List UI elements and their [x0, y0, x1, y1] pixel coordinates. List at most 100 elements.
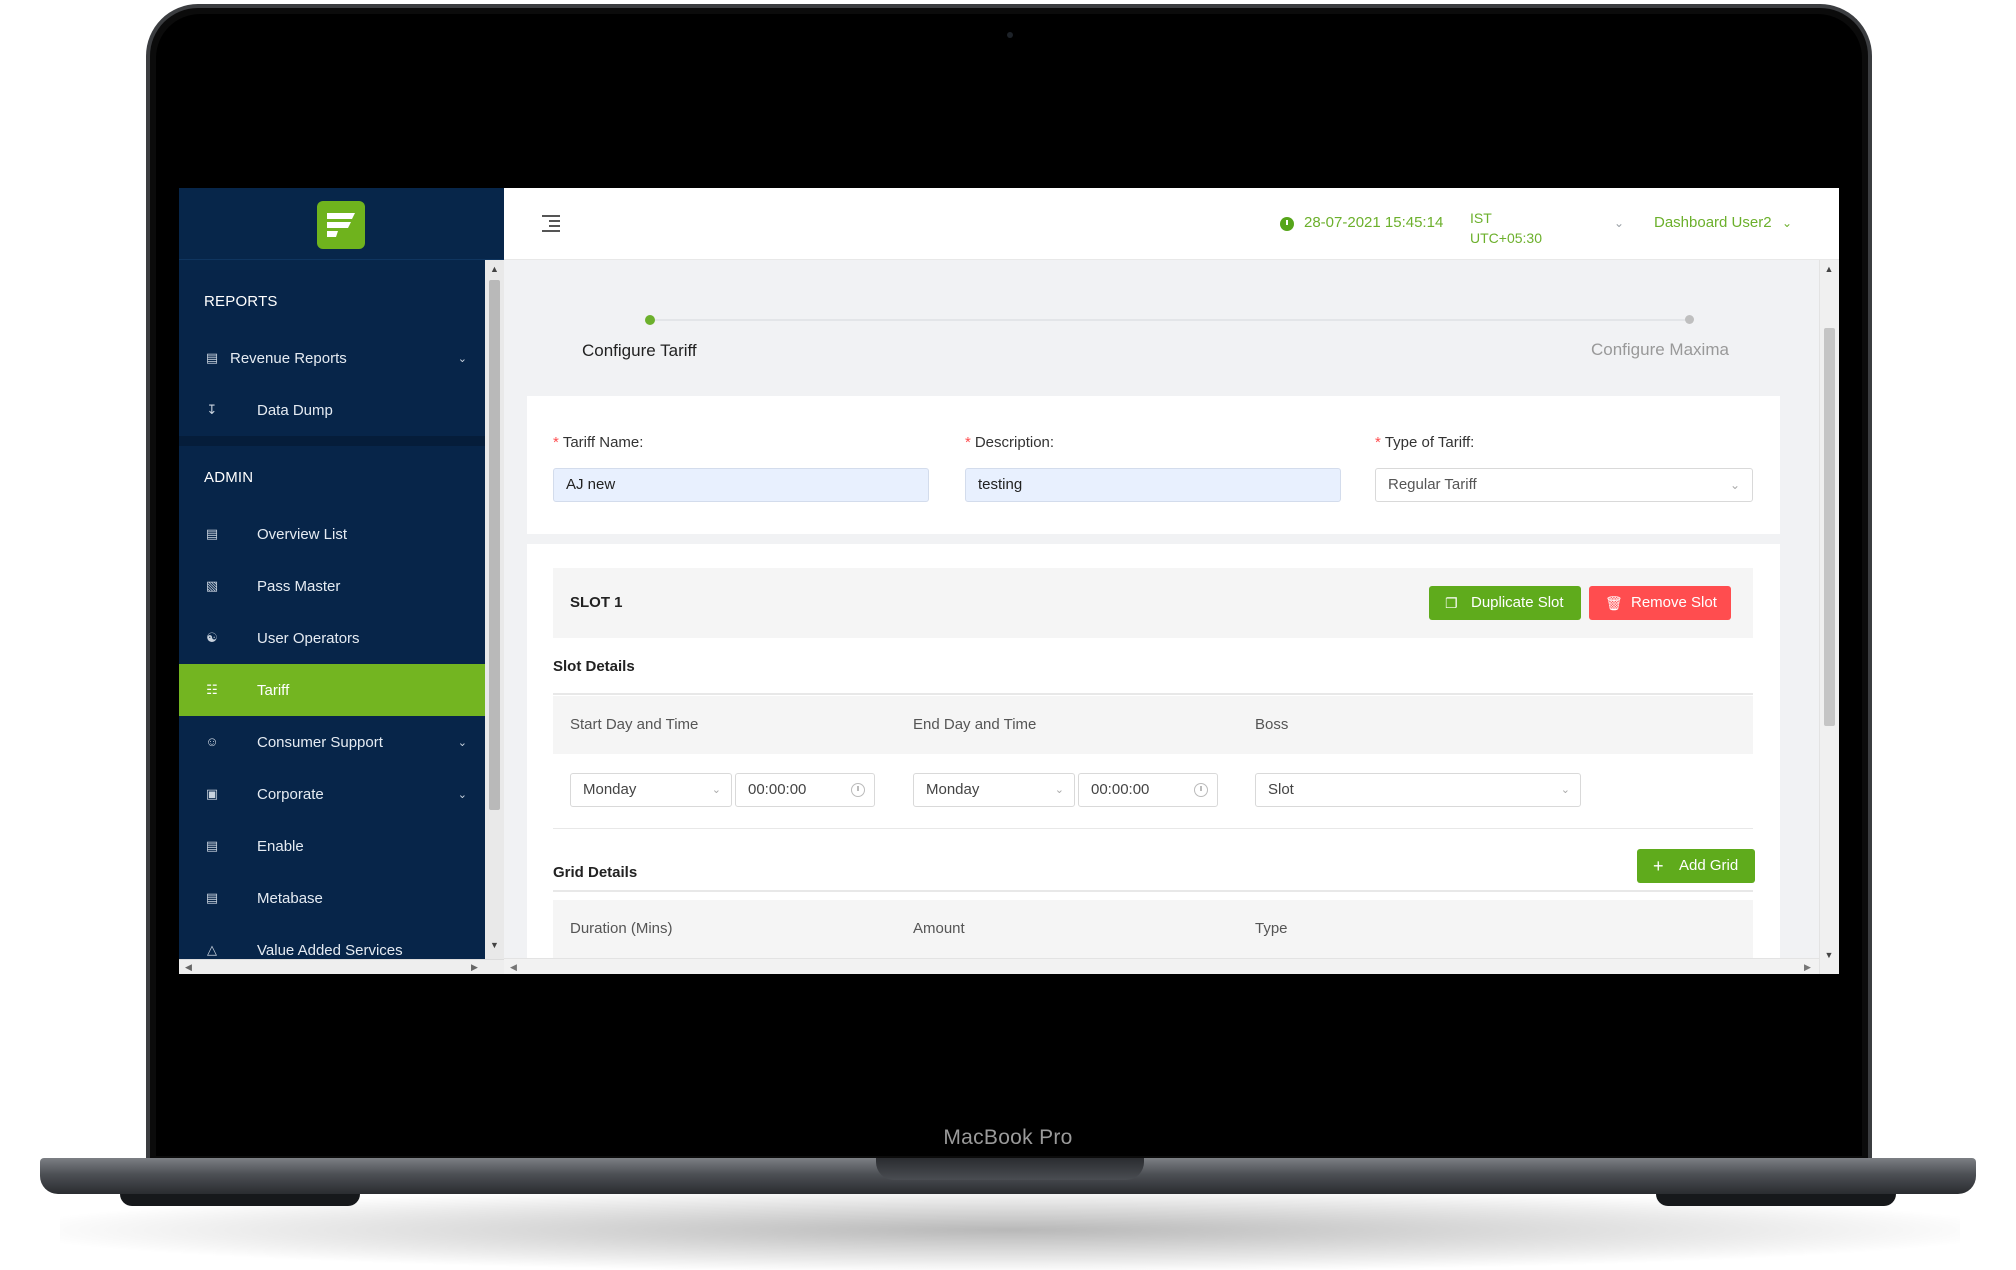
remove-slot-button[interactable]: 🗑 Remove Slot	[1589, 586, 1731, 620]
sidebar-item-label: Data Dump	[257, 401, 333, 419]
timezone-selector[interactable]: IST UTC+05:30	[1470, 208, 1542, 248]
menu-toggle-icon[interactable]	[542, 214, 560, 232]
sidebar-scrollbar-thumb[interactable]	[489, 280, 500, 810]
chevron-down-icon: ⌄	[711, 784, 721, 796]
col-duration: Duration (Mins)	[570, 920, 673, 937]
table-icon: ▤	[205, 838, 219, 853]
clock-icon	[851, 783, 865, 797]
sidebar-item-corporate[interactable]: ▣ Corporate ⌄	[179, 768, 485, 820]
type-of-tariff-select[interactable]: Regular Tariff ⌄	[1375, 468, 1753, 502]
chevron-down-icon[interactable]: ⌄	[1614, 216, 1624, 230]
device-label: MacBook Pro	[943, 1126, 1073, 1149]
sidebar-item-label: Overview List	[257, 525, 348, 543]
tariff-icon: ☷	[206, 682, 218, 697]
sidebar-item-consumer-support[interactable]: ☺ Consumer Support ⌄	[179, 716, 485, 768]
laptop-foot-left	[120, 1194, 360, 1206]
scroll-down-icon[interactable]: ▼	[485, 936, 504, 954]
main-content: Configure Tariff Configure Maxima * Tarif…	[504, 260, 1819, 964]
sidebar-item-label: Metabase	[257, 889, 323, 907]
app-screen: REPORTS ▤ Revenue Reports ⌄ ↧ Data Dump …	[179, 188, 1839, 974]
section-separator	[179, 436, 485, 446]
chevron-down-icon: ⌄	[1054, 784, 1064, 796]
description-input[interactable]: testing	[965, 468, 1341, 502]
col-type: Type	[1255, 920, 1288, 937]
sidebar-item-metabase[interactable]: ▤ Metabase	[179, 872, 485, 924]
grid-table-header: Duration (Mins) Amount Type	[553, 900, 1753, 964]
list-icon: ▤	[205, 890, 219, 905]
add-grid-button[interactable]: + Add Grid	[1637, 849, 1755, 883]
duplicate-slot-button[interactable]: ❐ Duplicate Slot	[1429, 586, 1581, 620]
col-boss: Boss	[1255, 716, 1289, 733]
user-menu[interactable]: Dashboard User2	[1654, 214, 1772, 231]
slot-row-divider	[553, 828, 1753, 829]
scroll-right-icon[interactable]: ▶	[1804, 959, 1811, 974]
scroll-left-icon[interactable]: ◀	[185, 960, 192, 974]
col-start-day-time: Start Day and Time	[570, 716, 699, 733]
sidebar-item-overview-list[interactable]: ▤ Overview List	[179, 508, 485, 560]
laptop-foot-right	[1656, 1194, 1896, 1206]
chevron-down-icon: ⌄	[1560, 784, 1570, 796]
sidebar-item-label: Revenue Reports	[230, 349, 347, 367]
end-time-picker[interactable]: 00:00:00	[1078, 773, 1218, 807]
trash-icon: 🗑	[1605, 595, 1623, 611]
type-of-tariff-label: * Type of Tariff:	[1375, 434, 1475, 451]
plus-icon: +	[1653, 856, 1664, 876]
section-admin: ADMIN	[179, 446, 485, 508]
id-card-icon: ▧	[205, 578, 219, 593]
download-icon: ↧	[206, 402, 218, 417]
sidebar-item-revenue-reports[interactable]: ▤ Revenue Reports ⌄	[179, 332, 485, 384]
chevron-down-icon: ⌄	[457, 788, 467, 801]
col-end-day-time: End Day and Time	[913, 716, 1037, 733]
scroll-down-icon[interactable]: ▼	[1819, 946, 1839, 964]
sidebar-item-tariff[interactable]: ☷ Tariff	[179, 664, 485, 716]
sidebar-item-label: Value Added Services	[257, 941, 403, 959]
logo-bar	[179, 188, 504, 260]
sidebar-item-label: Consumer Support	[257, 733, 383, 751]
scroll-up-icon[interactable]: ▲	[1819, 260, 1839, 278]
main-horizontal-scrollbar[interactable]: ◀ ▶	[504, 958, 1819, 974]
type-of-tariff-value: Regular Tariff	[1388, 476, 1477, 493]
slot-title: SLOT 1	[570, 594, 623, 611]
sidebar-horizontal-scrollbar[interactable]: ◀ ▶	[179, 959, 504, 974]
slot-card: SLOT 1 ❐ Duplicate Slot 🗑 Remove Slot Sl…	[527, 544, 1780, 964]
slot-details-title: Slot Details	[553, 658, 635, 675]
sidebar: REPORTS ▤ Revenue Reports ⌄ ↧ Data Dump …	[179, 188, 504, 974]
list-icon: ▤	[205, 526, 219, 541]
start-time-picker[interactable]: 00:00:00	[735, 773, 875, 807]
slot-header: SLOT 1 ❐ Duplicate Slot 🗑 Remove Slot	[553, 568, 1753, 638]
stepper: Configure Tariff Configure Maxima	[504, 260, 1819, 400]
step-dot-active	[645, 315, 655, 325]
col-amount: Amount	[913, 920, 965, 937]
end-day-select[interactable]: Monday ⌄	[913, 773, 1075, 807]
chevron-down-icon: ⌄	[457, 736, 467, 749]
start-day-select[interactable]: Monday ⌄	[570, 773, 732, 807]
top-bar: 28-07-2021 15:45:14 IST UTC+05:30 ⌄ Dash…	[504, 188, 1839, 260]
main-scrollbar-thumb[interactable]	[1824, 328, 1835, 726]
sidebar-item-label: Enable	[257, 837, 304, 855]
app-logo[interactable]	[317, 201, 365, 249]
scroll-up-icon[interactable]: ▲	[485, 260, 504, 278]
briefcase-icon: ▣	[205, 786, 219, 801]
sidebar-menu: REPORTS ▤ Revenue Reports ⌄ ↧ Data Dump …	[179, 270, 485, 974]
sidebar-item-user-operators[interactable]: ☯ User Operators	[179, 612, 485, 664]
clock-icon	[1194, 783, 1208, 797]
tariff-name-input[interactable]: AJ new	[553, 468, 929, 502]
sidebar-item-enable[interactable]: ▤ Enable	[179, 820, 485, 872]
step-configure-tariff[interactable]: Configure Tariff	[582, 341, 697, 361]
sidebar-item-data-dump[interactable]: ↧ Data Dump	[179, 384, 485, 436]
grid-details-title: Grid Details	[553, 864, 638, 881]
scroll-right-icon[interactable]: ▶	[471, 960, 478, 974]
scroll-left-icon[interactable]: ◀	[510, 959, 517, 974]
chevron-down-icon[interactable]: ⌄	[1782, 216, 1792, 230]
camera-icon	[1007, 32, 1013, 38]
sidebar-item-pass-master[interactable]: ▧ Pass Master	[179, 560, 485, 612]
sidebar-item-label: Pass Master	[257, 577, 341, 595]
slot-details-divider	[553, 693, 1753, 695]
star-icon: △	[207, 942, 217, 957]
boss-select[interactable]: Slot ⌄	[1255, 773, 1581, 807]
current-datetime: 28-07-2021 15:45:14	[1304, 214, 1444, 231]
timezone-offset: UTC+05:30	[1470, 230, 1542, 246]
step-configure-maxima[interactable]: Configure Maxima	[1591, 340, 1729, 360]
timezone-code: IST	[1470, 210, 1492, 226]
slot-table-header: Start Day and Time End Day and Time Boss	[553, 696, 1753, 754]
